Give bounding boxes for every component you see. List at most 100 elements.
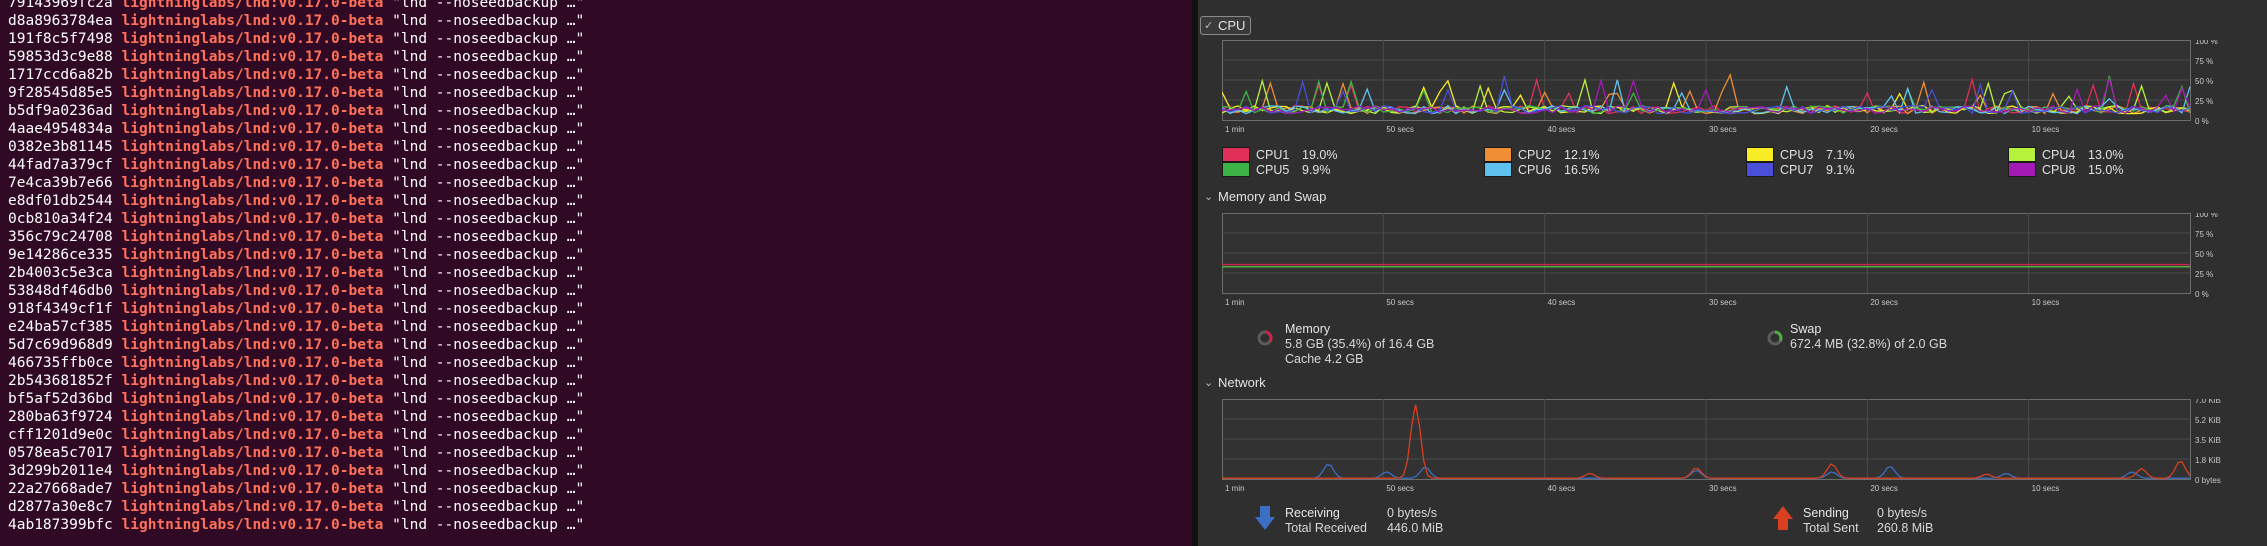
total-received-label: Total Received	[1285, 521, 1367, 535]
cpu-core-name: CPU7	[1780, 162, 1814, 177]
network-x-tick: 20 secs	[1870, 484, 1898, 493]
cpu-color-swatch[interactable]	[2008, 162, 2036, 177]
container-image: lightninglabs/lnd:v0.17.0-beta	[121, 373, 384, 389]
total-received-value: 446.0 MiB	[1387, 521, 1444, 535]
cpu-legend-item[interactable]: CPU5 9.9%	[1222, 162, 1331, 177]
container-image: lightninglabs/lnd:v0.17.0-beta	[121, 247, 384, 263]
network-x-tick: 30 secs	[1709, 484, 1737, 493]
cpu-y-tick: 50 %	[2195, 77, 2213, 86]
container-row: 1717ccd6a82b lightninglabs/lnd:v0.17.0-b…	[8, 66, 584, 84]
cpu-legend-item[interactable]: CPU8 15.0%	[2008, 162, 2123, 177]
terminal-window[interactable]: 79143969fc2a lightninglabs/lnd:v0.17.0-b…	[0, 0, 1192, 546]
container-image: lightninglabs/lnd:v0.17.0-beta	[121, 0, 384, 11]
cpu-color-swatch[interactable]	[1222, 147, 1250, 162]
container-command: "lnd --noseedbackup …"	[392, 445, 585, 461]
container-command: "lnd --noseedbackup …"	[392, 0, 585, 11]
cpu-core-name: CPU3	[1780, 147, 1814, 162]
memory-section-title: Memory and Swap	[1218, 189, 1327, 204]
network-x-tick: 40 secs	[1548, 484, 1576, 493]
cache-value: Cache 4.2 GB	[1285, 352, 1364, 366]
container-row: 918f4349cf1f lightninglabs/lnd:v0.17.0-b…	[8, 300, 584, 318]
cpu-x-tick: 50 secs	[1386, 125, 1414, 134]
network-x-tick: 10 secs	[2032, 484, 2060, 493]
cpu-legend-item[interactable]: CPU7 9.1%	[1746, 162, 1855, 177]
cpu-color-swatch[interactable]	[1484, 147, 1512, 162]
container-image: lightninglabs/lnd:v0.17.0-beta	[121, 391, 384, 407]
memory-history-graph: 100 % 75 % 50 % 25 % 0 % 1 min 50 secs 40 secs 3…	[1222, 213, 2221, 309]
network-y-tick: 0 bytes/s	[2195, 476, 2221, 485]
container-id: 7e4ca39b7e66	[8, 175, 113, 191]
container-list: 79143969fc2a lightninglabs/lnd:v0.17.0-b…	[8, 0, 584, 534]
container-row: d2877a30e8c7 lightninglabs/lnd:v0.17.0-b…	[8, 498, 584, 516]
container-image: lightninglabs/lnd:v0.17.0-beta	[121, 463, 384, 479]
network-section-toggle[interactable]: ⌄ Network	[1204, 375, 1266, 390]
container-image: lightninglabs/lnd:v0.17.0-beta	[121, 517, 384, 533]
swap-value: 672.4 MB (32.8%) of 2.0 GB	[1790, 337, 1948, 351]
memory-y-tick: 0 %	[2195, 290, 2209, 299]
cpu-section-title: CPU	[1218, 18, 1246, 33]
network-y-tick: 3.5 KiB/s	[2195, 436, 2221, 445]
receiving-rate: 0 bytes/s	[1387, 506, 1438, 520]
container-id: 9e14286ce335	[8, 247, 113, 263]
cpu-color-swatch[interactable]	[1746, 162, 1774, 177]
memory-y-tick: 75 %	[2195, 230, 2213, 239]
system-monitor-window: ✓ CPU 100 % 75 % 50 % 25 % 0 % 1 min 50 secs 40…	[1198, 0, 2267, 546]
cpu-color-swatch[interactable]	[1746, 147, 1774, 162]
cpu-legend-item[interactable]: CPU4 13.0%	[2008, 147, 2123, 162]
swap-info: Swap 672.4 MB (32.8%) of 2.0 GB	[1790, 322, 1947, 352]
container-image: lightninglabs/lnd:v0.17.0-beta	[121, 175, 384, 191]
memory-x-tick: 20 secs	[1870, 298, 1898, 307]
memory-x-tick: 40 secs	[1548, 298, 1576, 307]
cpu-color-swatch[interactable]	[1222, 162, 1250, 177]
container-row: 2b4003c5e3ca lightninglabs/lnd:v0.17.0-b…	[8, 264, 584, 282]
cpu-core-usage: 7.1%	[1826, 147, 1855, 162]
container-command: "lnd --noseedbackup …"	[392, 463, 585, 479]
cpu-color-swatch[interactable]	[1484, 162, 1512, 177]
memory-graph-svg: 100 % 75 % 50 % 25 % 0 % 1 min 50 secs 40 secs 3…	[1222, 213, 2218, 307]
container-id: cff1201d9e0c	[8, 427, 113, 443]
container-row: 53848df46db0 lightninglabs/lnd:v0.17.0-b…	[8, 282, 584, 300]
cpu-color-swatch[interactable]	[2008, 147, 2036, 162]
chevron-down-icon: ⌄	[1204, 191, 1214, 203]
cpu-history-graph: 100 % 75 % 50 % 25 % 0 % 1 min 50 secs 40 secs 3…	[1222, 40, 2221, 136]
container-id: 280ba63f9724	[8, 409, 113, 425]
cpu-legend-item[interactable]: CPU1 19.0%	[1222, 147, 1337, 162]
container-id: bf5af52d36bd	[8, 391, 113, 407]
container-id: 3d299b2011e4	[8, 463, 113, 479]
cpu-x-tick: 10 secs	[2032, 125, 2060, 134]
container-id: 9f28545d85e5	[8, 85, 113, 101]
container-image: lightninglabs/lnd:v0.17.0-beta	[121, 409, 384, 425]
container-image: lightninglabs/lnd:v0.17.0-beta	[121, 265, 384, 281]
cpu-legend-item[interactable]: CPU3 7.1%	[1746, 147, 1855, 162]
memory-section-toggle[interactable]: ⌄ Memory and Swap	[1204, 189, 1326, 204]
container-row: 22a27668ade7 lightninglabs/lnd:v0.17.0-b…	[8, 480, 584, 498]
container-command: "lnd --noseedbackup …"	[392, 373, 585, 389]
container-id: 918f4349cf1f	[8, 301, 113, 317]
cpu-core-usage: 19.0%	[1302, 147, 1338, 162]
container-id: d8a8963784ea	[8, 13, 113, 29]
container-image: lightninglabs/lnd:v0.17.0-beta	[121, 193, 384, 209]
container-row: 79143969fc2a lightninglabs/lnd:v0.17.0-b…	[8, 0, 584, 12]
memory-info: Memory 5.8 GB (35.4%) of 16.4 GB Cache 4…	[1285, 322, 1434, 367]
cpu-core-name: CPU8	[2042, 162, 2076, 177]
total-sent-label: Total Sent	[1803, 521, 1859, 535]
cpu-core-name: CPU6	[1518, 162, 1552, 177]
container-command: "lnd --noseedbackup …"	[392, 337, 585, 353]
container-id: 44fad7a379cf	[8, 157, 113, 173]
cpu-legend-item[interactable]: CPU6 16.5%	[1484, 162, 1599, 177]
container-id: 0cb810a34f24	[8, 211, 113, 227]
container-row: b5df9a0236ad lightninglabs/lnd:v0.17.0-b…	[8, 102, 584, 120]
cpu-x-tick: 1 min	[1225, 125, 1245, 134]
container-command: "lnd --noseedbackup …"	[392, 13, 585, 29]
cpu-y-tick: 0 %	[2195, 117, 2209, 126]
container-id: 2b4003c5e3ca	[8, 265, 113, 281]
cpu-core-usage: 15.0%	[2088, 162, 2124, 177]
container-command: "lnd --noseedbackup …"	[392, 409, 585, 425]
cpu-legend-item[interactable]: CPU2 12.1%	[1484, 147, 1599, 162]
container-row: 356c79c24708 lightninglabs/lnd:v0.17.0-b…	[8, 228, 584, 246]
cpu-section-toggle[interactable]: ✓ CPU	[1200, 16, 1252, 35]
container-command: "lnd --noseedbackup …"	[392, 229, 585, 245]
container-image: lightninglabs/lnd:v0.17.0-beta	[121, 427, 384, 443]
container-image: lightninglabs/lnd:v0.17.0-beta	[121, 49, 384, 65]
memory-title: Memory	[1285, 322, 1331, 336]
